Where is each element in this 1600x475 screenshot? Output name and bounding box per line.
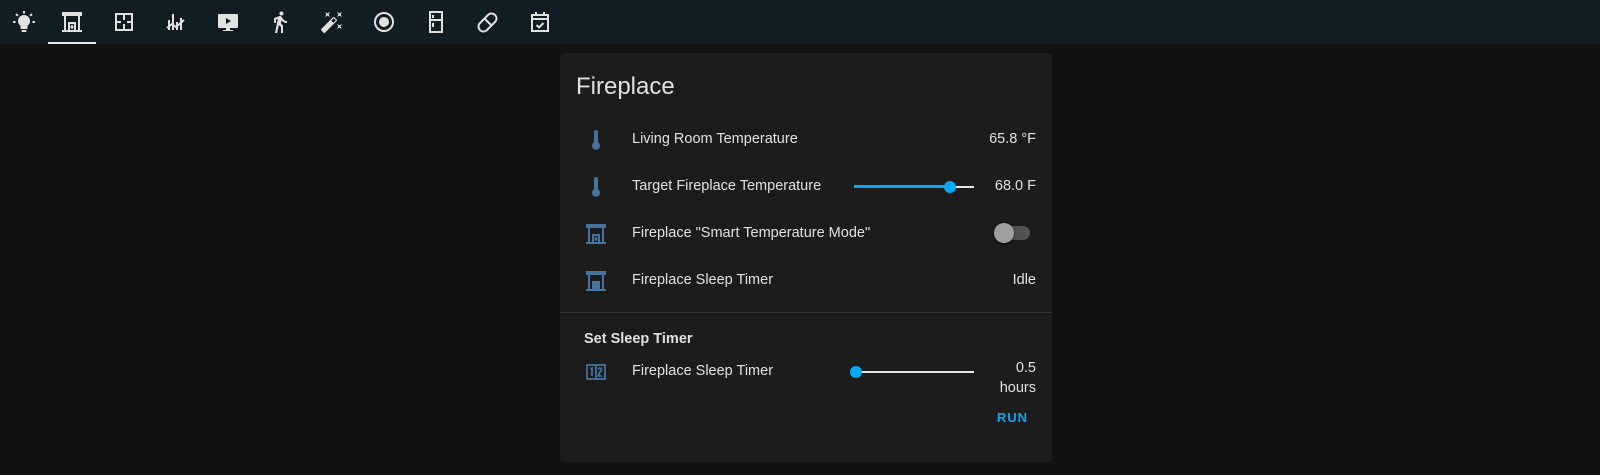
thermometer-icon — [584, 128, 608, 152]
living-room-temperature-value: 65.8 °F — [989, 131, 1036, 147]
smart-temperature-mode-row: Fireplace "Smart Temperature Mode" — [560, 214, 1052, 254]
motion-run-icon — [274, 11, 287, 33]
fridge-icon — [429, 11, 443, 33]
lightbulb-icon — [13, 11, 35, 32]
target-temperature-label: Target Fireplace Temperature — [632, 178, 822, 194]
tab-floorplan[interactable] — [100, 0, 148, 44]
tab-fireplace[interactable] — [48, 0, 96, 44]
tab-lights[interactable] — [0, 0, 48, 44]
fireplace-card: Fireplace Living Room Temperature 65.8 °… — [560, 53, 1052, 462]
slider-thumb[interactable] — [850, 366, 863, 378]
target-temperature-value: 68.0 F — [994, 178, 1036, 194]
fireplace-icon — [62, 12, 82, 32]
chart-icon — [166, 14, 185, 30]
calendar-check-icon — [531, 12, 549, 32]
sleep-timer-status-label: Fireplace Sleep Timer — [632, 272, 774, 288]
target-temperature-slider[interactable] — [854, 177, 974, 197]
smart-temperature-mode-label: Fireplace "Smart Temperature Mode" — [632, 225, 871, 241]
tab-appliances[interactable] — [412, 0, 460, 44]
top-navigation-bar — [0, 0, 1600, 44]
tab-scenes[interactable] — [308, 0, 356, 44]
fireplace-icon — [584, 222, 608, 246]
sleep-timer-input-row: Fireplace Sleep Timer 0.5 hours — [560, 352, 1052, 396]
numeric-input-icon — [584, 360, 608, 384]
thermometer-icon — [584, 175, 608, 199]
pill-icon — [477, 12, 498, 33]
floor-plan-icon — [115, 13, 133, 31]
divider — [560, 312, 1052, 313]
tv-icon — [218, 14, 238, 31]
sleep-timer-status-row[interactable]: Fireplace Sleep Timer Idle — [560, 261, 1052, 301]
card-title: Fireplace — [576, 73, 675, 100]
sleep-timer-value-unit: hours — [999, 380, 1036, 396]
sleep-timer-value-number: 0.5 — [1015, 360, 1036, 376]
magic-wand-icon — [321, 12, 342, 33]
target-temperature-row: Target Fireplace Temperature 68.0 F — [560, 167, 1052, 207]
smart-temperature-mode-toggle[interactable] — [994, 223, 1030, 243]
section-title: Set Sleep Timer — [584, 331, 693, 347]
robot-vacuum-icon — [374, 12, 394, 32]
fireplace-off-icon — [584, 269, 608, 293]
tab-health[interactable] — [464, 0, 512, 44]
living-room-temperature-label: Living Room Temperature — [632, 131, 798, 147]
tab-statistics[interactable] — [152, 0, 200, 44]
slider-fill — [854, 185, 950, 188]
sleep-timer-status-value: Idle — [1012, 272, 1036, 288]
sleep-timer-value: 0.5 hours — [1000, 358, 1036, 398]
slider-thumb[interactable] — [944, 181, 956, 193]
run-button[interactable]: RUN — [997, 410, 1028, 425]
sleep-timer-input-label: Fireplace Sleep Timer — [632, 363, 774, 379]
tab-motion[interactable] — [256, 0, 304, 44]
tab-calendar[interactable] — [516, 0, 564, 44]
slider-track — [854, 371, 974, 373]
toggle-knob — [994, 223, 1014, 243]
living-room-temperature-row[interactable]: Living Room Temperature 65.8 °F — [560, 120, 1052, 160]
sleep-timer-slider[interactable] — [850, 362, 974, 382]
tab-media[interactable] — [204, 0, 252, 44]
tab-vacuum[interactable] — [360, 0, 408, 44]
